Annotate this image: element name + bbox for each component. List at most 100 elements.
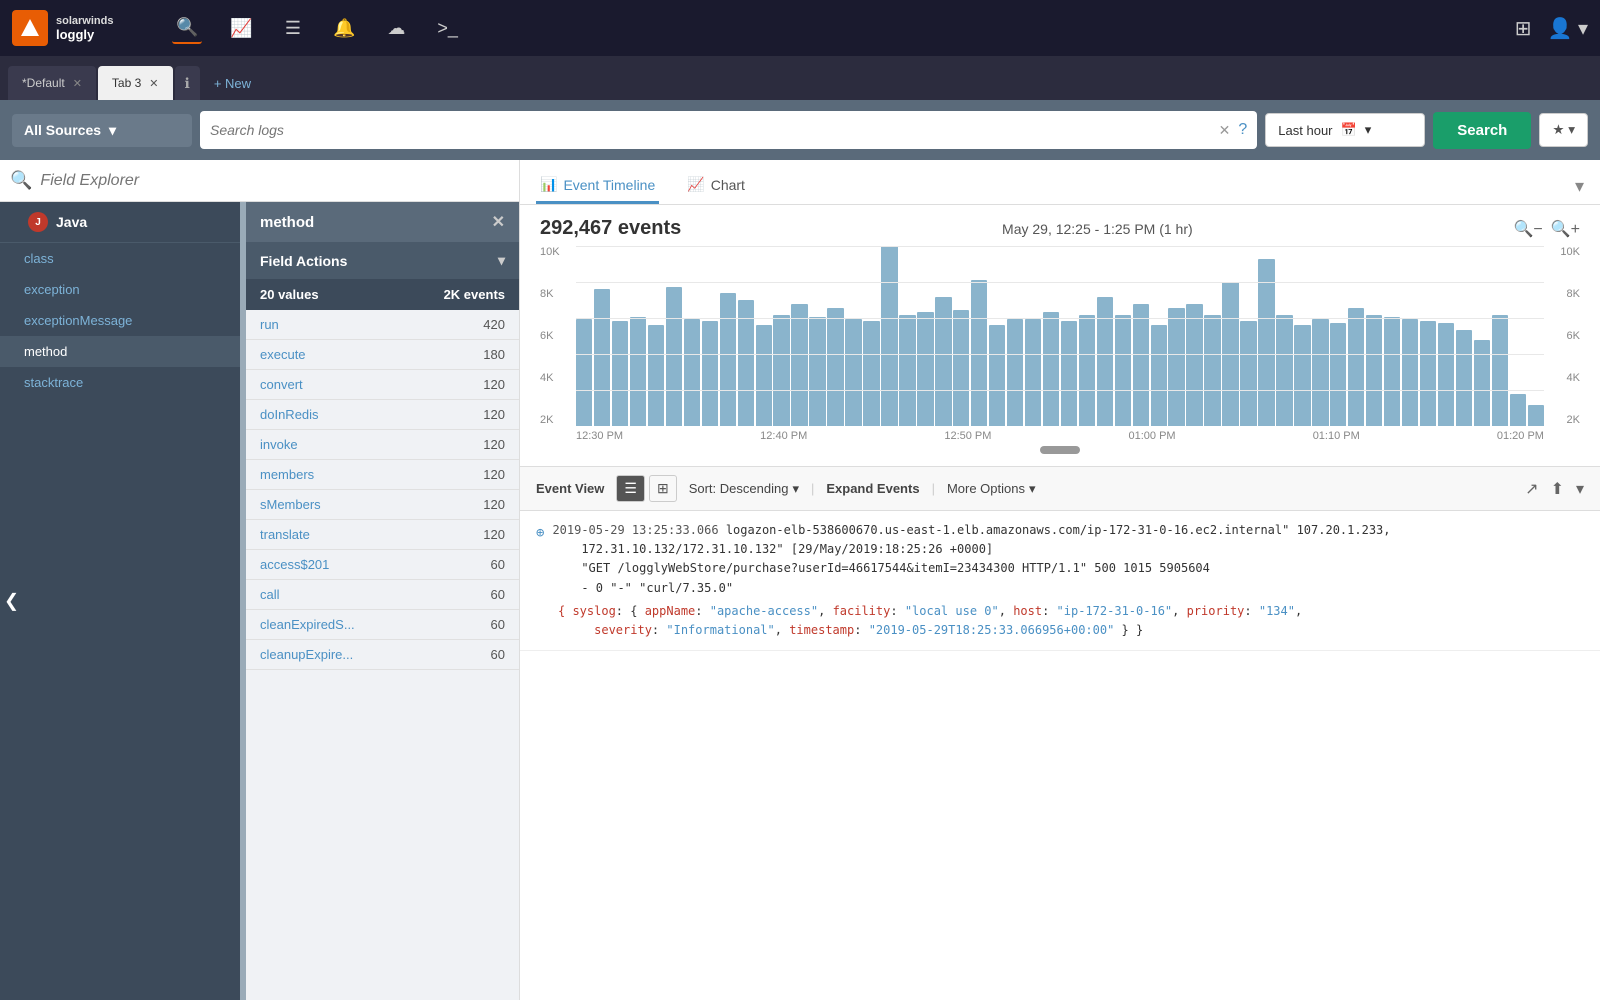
- value-execute[interactable]: execute: [260, 347, 306, 362]
- field-column: ❮ J Java class exception exceptionMessag…: [0, 202, 240, 1000]
- time-range-display: May 29, 12:25 - 1:25 PM (1 hr): [1002, 221, 1193, 237]
- collapse-panel-button[interactable]: ❮: [0, 583, 23, 620]
- brand-name: solarwinds: [56, 15, 113, 27]
- field-explorer-input[interactable]: [40, 172, 509, 190]
- log-expand-button[interactable]: ⊕: [536, 522, 544, 544]
- upload-nav-icon[interactable]: ☁: [383, 14, 409, 43]
- value-translate[interactable]: translate: [260, 527, 310, 542]
- help-search-icon[interactable]: ?: [1238, 121, 1247, 139]
- bars-container: [576, 246, 1544, 426]
- bar-47: [1420, 321, 1436, 426]
- bar-3: [630, 317, 646, 426]
- list-item: translate 120: [246, 520, 519, 550]
- value-invoke[interactable]: invoke: [260, 437, 298, 452]
- method-column: method ✕ Field Actions ▾ 20 values 2K ev…: [246, 202, 519, 1000]
- search-nav-icon[interactable]: 🔍: [172, 13, 202, 44]
- bar-1: [594, 289, 610, 426]
- appname-value: "apache-access": [710, 604, 818, 618]
- timeline-expand-button[interactable]: ▾: [1575, 176, 1584, 197]
- field-item-exceptionmessage[interactable]: exceptionMessage: [0, 305, 240, 336]
- field-item-method[interactable]: method: [0, 336, 240, 367]
- value-members[interactable]: members: [260, 467, 314, 482]
- bar-45: [1384, 317, 1400, 426]
- sort-dropdown[interactable]: Sort: Descending ▾: [689, 481, 799, 497]
- grid-nav-icon[interactable]: ⊞: [1515, 16, 1532, 41]
- list-item: sMembers 120: [246, 490, 519, 520]
- log-syslog: { syslog: { appName: "apache-access", fa…: [558, 602, 1584, 640]
- chart-scrollbar[interactable]: [540, 442, 1580, 458]
- method-close-button[interactable]: ✕: [492, 212, 505, 232]
- value-call[interactable]: call: [260, 587, 280, 602]
- value-cleanexpired[interactable]: cleanExpiredS...: [260, 617, 355, 632]
- search-input[interactable]: [210, 122, 1211, 138]
- field-item-exception[interactable]: exception: [0, 274, 240, 305]
- bar-37: [1240, 321, 1256, 426]
- timeline-area: 📊 Event Timeline 📈 Chart ▾ 292,467 event…: [520, 160, 1600, 467]
- export-icon[interactable]: ⬆: [1551, 479, 1564, 499]
- chart-nav-icon[interactable]: 📈: [226, 14, 256, 43]
- zoom-out-icon[interactable]: 🔍−: [1513, 219, 1542, 239]
- bar-5: [666, 287, 682, 426]
- grid-view-button[interactable]: ⊞: [649, 475, 677, 502]
- tab-default-close[interactable]: ✕: [73, 77, 82, 90]
- method-values-list: run 420 execute 180 convert 120 doInRedi…: [246, 310, 519, 1000]
- bar-40: [1294, 325, 1310, 426]
- bar-50: [1474, 340, 1490, 426]
- clear-search-icon[interactable]: ✕: [1219, 122, 1231, 139]
- bar-15: [845, 319, 861, 426]
- bar-31: [1133, 304, 1149, 426]
- list-item: run 420: [246, 310, 519, 340]
- field-item-class[interactable]: class: [0, 243, 240, 274]
- tab-3[interactable]: Tab 3 ✕: [98, 66, 173, 100]
- expand-events-button[interactable]: Expand Events: [826, 481, 919, 496]
- favorites-button[interactable]: ★ ▾: [1539, 113, 1588, 147]
- list-view-button[interactable]: ☰: [616, 475, 645, 502]
- tabs-bar: *Default ✕ Tab 3 ✕ ℹ + New: [0, 56, 1600, 100]
- bar-0: [576, 319, 592, 426]
- bar-10: [756, 325, 772, 426]
- user-nav-icon[interactable]: 👤 ▾: [1548, 16, 1589, 41]
- priority-key: priority: [1187, 604, 1245, 618]
- tab-info[interactable]: ℹ: [175, 66, 200, 100]
- bar-25: [1025, 319, 1041, 426]
- y-label-6k-right: 6K: [1548, 330, 1580, 342]
- tab-event-timeline[interactable]: 📊 Event Timeline: [536, 168, 659, 204]
- value-convert[interactable]: convert: [260, 377, 303, 392]
- scrollbar-thumb[interactable]: [1040, 446, 1080, 454]
- bar-27: [1061, 321, 1077, 426]
- tab-default[interactable]: *Default ✕: [8, 66, 96, 100]
- field-actions-label: Field Actions: [260, 253, 347, 269]
- terminal-nav-icon[interactable]: >_: [433, 14, 462, 43]
- value-run-count: 420: [483, 317, 505, 332]
- value-smembers[interactable]: sMembers: [260, 497, 321, 512]
- star-icon: ★: [1552, 122, 1564, 138]
- value-run[interactable]: run: [260, 317, 279, 332]
- alert-nav-icon[interactable]: 🔔: [329, 14, 359, 43]
- logo-icon: [12, 10, 48, 46]
- timeline-icon: 📊: [540, 176, 557, 193]
- field-item-stacktrace[interactable]: stacktrace: [0, 367, 240, 398]
- menu-nav-icon[interactable]: ☰: [281, 14, 305, 43]
- options-arrow-icon[interactable]: ▾: [1576, 479, 1584, 499]
- sort-label: Sort: Descending: [689, 481, 789, 496]
- timestamp-value: "2019-05-29T18:25:33.066956+00:00": [869, 623, 1115, 637]
- java-icon: J: [28, 212, 48, 232]
- time-dropdown[interactable]: Last hour 📅 ▾: [1265, 113, 1425, 147]
- value-cleanupexpire[interactable]: cleanupExpire...: [260, 647, 353, 662]
- calendar-icon: 📅: [1341, 122, 1357, 138]
- tab-3-close[interactable]: ✕: [149, 77, 158, 90]
- x-label-1250: 12:50 PM: [944, 430, 991, 442]
- more-options-button[interactable]: More Options ▾: [947, 481, 1036, 497]
- search-button[interactable]: Search: [1433, 112, 1531, 149]
- value-doinredis[interactable]: doInRedis: [260, 407, 319, 422]
- tab-chart[interactable]: 📈 Chart: [683, 168, 749, 204]
- tab-3-label: Tab 3: [112, 76, 141, 90]
- field-actions-arrow[interactable]: ▾: [498, 252, 505, 269]
- bar-33: [1168, 308, 1184, 426]
- value-access201[interactable]: access$201: [260, 557, 329, 572]
- source-dropdown[interactable]: All Sources ▾: [12, 114, 192, 147]
- share-icon[interactable]: ↗: [1525, 479, 1538, 499]
- x-label-1230: 12:30 PM: [576, 430, 623, 442]
- zoom-in-icon[interactable]: 🔍+: [1551, 219, 1580, 239]
- new-tab-button[interactable]: + New: [202, 66, 263, 100]
